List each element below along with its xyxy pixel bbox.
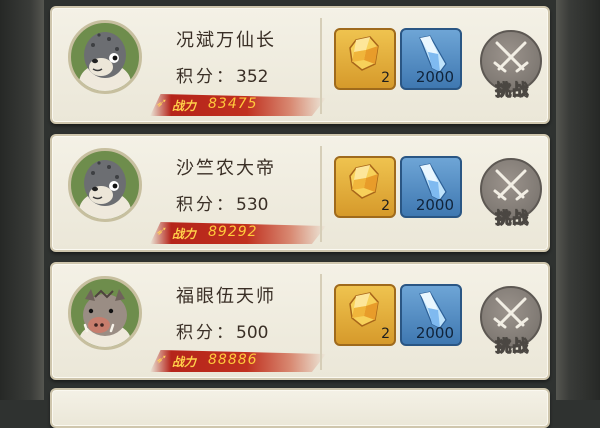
challenge-label: 挑战 [494,80,529,100]
reward-count: 2000 [415,324,454,342]
card-divider [320,146,322,242]
opponent-avatar[interactable] [68,20,142,94]
challenge-label: 挑战 [494,336,529,356]
opponent-avatar[interactable] [68,148,142,222]
challenge-button[interactable]: 挑战 [480,30,542,104]
power-label: 战力 [172,227,197,241]
power-value: 83475 [208,96,258,112]
reward-gold-ore[interactable]: 2 [334,28,396,90]
challenge-label: 挑战 [494,208,529,228]
power-label: 战力 [172,99,197,113]
score-label: 积分： [176,323,236,343]
score-value: 352 [236,67,269,87]
reward-blue-crystal[interactable]: 2000 [400,284,462,346]
power-banner: ➶ 战力 88886 [150,350,326,372]
power-banner: ➶ 战力 89292 [150,222,326,244]
flame-icon: ➶ [154,224,169,239]
challenge-button[interactable]: 挑战 [480,158,542,232]
gold-ore-icon [349,164,379,199]
score-label: 积分： [176,195,236,215]
reward-gold-ore[interactable]: 2 [334,156,396,218]
reward-count: 2 [381,70,390,86]
boar-icon [79,289,131,347]
player-name: 况斌万仙长 [176,30,276,51]
challenge-button[interactable]: 挑战 [480,286,542,360]
left-frame-edge [0,0,44,400]
score-row: 积分：500 [176,318,268,343]
player-name: 福眼伍天师 [176,286,276,307]
flame-icon: ➶ [154,352,169,367]
seal-icon [79,32,131,91]
reward-count: 2 [381,326,390,342]
flame-icon: ➶ [154,96,169,111]
reward-blue-crystal[interactable]: 2000 [400,28,462,90]
reward-count: 2000 [415,68,454,86]
gold-ore-icon [349,292,379,327]
reward-count: 2000 [415,196,454,214]
power-banner: ➶ 战力 83475 [150,94,326,116]
power-value: 89292 [208,224,258,240]
gold-ore-icon [349,36,379,71]
card-divider [320,18,322,114]
opponent-card-partial [50,388,550,428]
opponent-avatar[interactable] [68,276,142,350]
opponent-card: 沙竺农大帝 积分：530 ➶ 战力 89292 2 2000 挑战 [50,134,550,252]
score-label: 积分： [176,67,236,87]
seal-icon [79,160,131,219]
reward-count: 2 [381,198,390,214]
opponent-card: 况斌万仙长 积分：352 ➶ 战力 83475 2 2000 挑战 [50,6,550,124]
score-row: 积分：352 [176,62,268,87]
reward-gold-ore[interactable]: 2 [334,284,396,346]
score-value: 530 [236,195,269,215]
card-divider [320,274,322,370]
opponent-card: 福眼伍天师 积分：500 ➶ 战力 88886 2 2000 挑战 [50,262,550,380]
power-label: 战力 [172,355,197,369]
right-frame-edge [556,0,600,400]
power-value: 88886 [208,352,258,368]
score-value: 500 [236,323,269,343]
reward-blue-crystal[interactable]: 2000 [400,156,462,218]
player-name: 沙竺农大帝 [176,158,276,179]
score-row: 积分：530 [176,190,268,215]
